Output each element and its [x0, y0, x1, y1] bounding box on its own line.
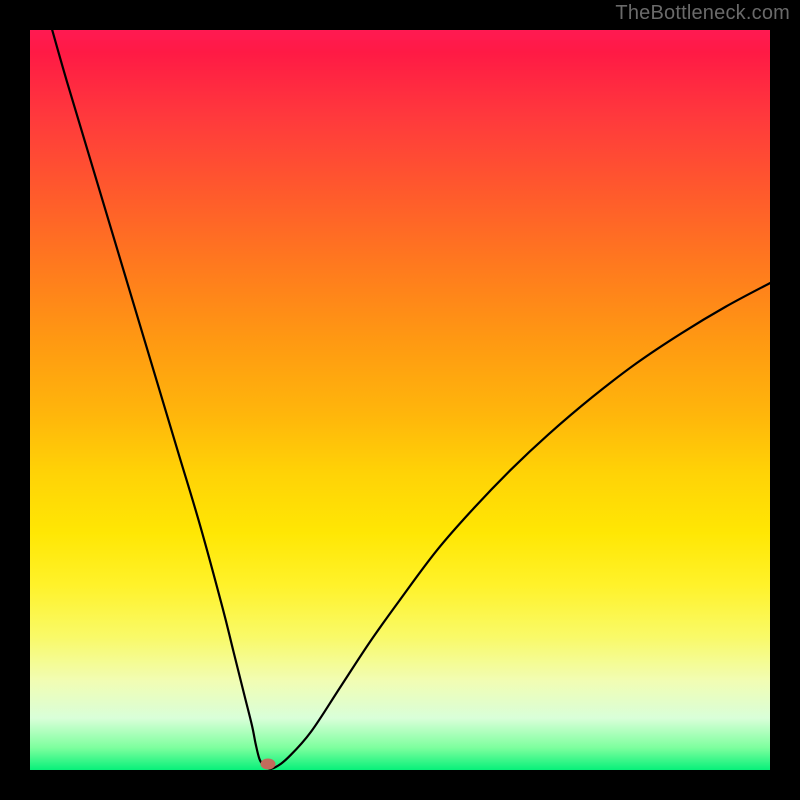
bottleneck-curve-path [52, 30, 770, 769]
curve-svg [30, 30, 770, 770]
watermark-text: TheBottleneck.com [615, 2, 790, 25]
minimum-marker [261, 759, 276, 770]
chart-frame: TheBottleneck.com [0, 0, 800, 800]
plot-area [30, 30, 770, 770]
